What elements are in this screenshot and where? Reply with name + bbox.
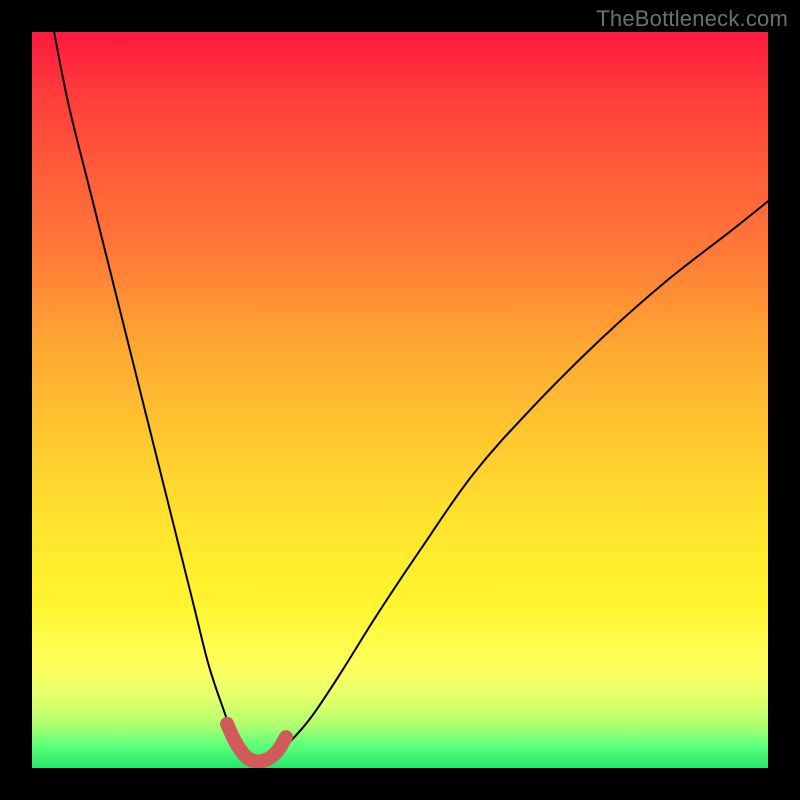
bottleneck-curve-path [54, 32, 768, 761]
chart-container: TheBottleneck.com [0, 0, 800, 800]
optimal-zone-overlay-path [227, 724, 286, 762]
plot-area [32, 32, 768, 768]
curve-svg [32, 32, 768, 768]
watermark-text: TheBottleneck.com [596, 6, 788, 32]
